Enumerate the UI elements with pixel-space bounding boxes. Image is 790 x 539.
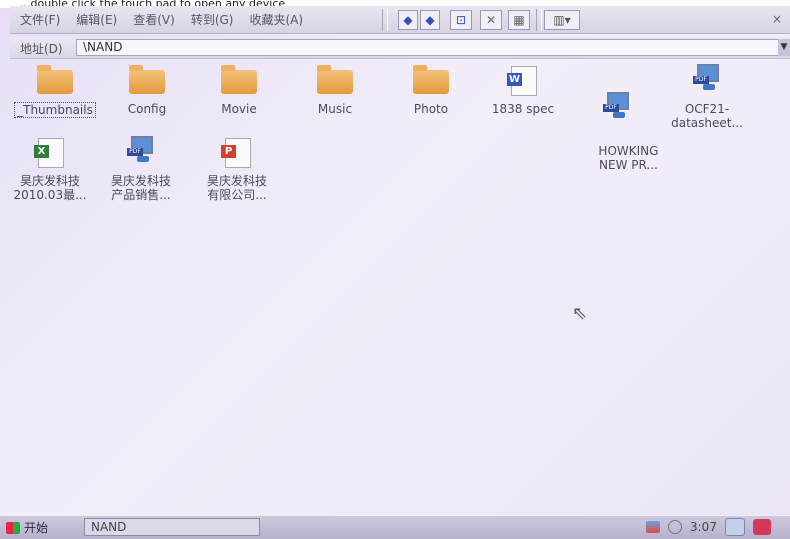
taskbar-item-nand[interactable]: NAND — [84, 518, 260, 536]
file-item-photo[interactable]: Photo — [386, 64, 476, 116]
file-label: Config — [127, 102, 167, 116]
network-icon[interactable] — [646, 521, 660, 533]
powerpoint-document-icon: P — [217, 136, 257, 170]
back-button[interactable]: ◆ — [398, 10, 418, 30]
menu-go[interactable]: 转到(G) — [191, 11, 234, 28]
file-item-company[interactable]: P 昊庆发科技 有限公司... — [192, 136, 282, 202]
file-label: Photo — [413, 102, 449, 116]
menu-bar: 文件(F) 编辑(E) 查看(V) 转到(G) 收藏夹(A) ◆ ◆ ⊡ ✕ ▦… — [10, 6, 790, 34]
view-list-icon: ▥▾ — [553, 13, 571, 27]
menu-file[interactable]: 文件(F) — [20, 11, 60, 28]
folder-icon — [127, 64, 167, 98]
file-label: 昊庆发科技 产品销售... — [110, 174, 171, 202]
file-label: 昊庆发科技 有限公司... — [206, 174, 267, 202]
folder-icon — [219, 64, 259, 98]
up-folder-button[interactable]: ⊡ — [450, 10, 472, 30]
file-item-ocf21[interactable]: PDF OCF21- datasheet... — [662, 64, 752, 130]
close-icon[interactable]: × — [770, 12, 784, 26]
file-label: Movie — [221, 102, 257, 116]
back-arrow-icon: ◆ — [403, 13, 413, 27]
pdf-document-icon: PDF — [121, 136, 161, 170]
address-dropdown-icon[interactable]: ▼ — [778, 39, 790, 56]
file-item-product-sales[interactable]: PDF 昊庆发科技 产品销售... — [96, 136, 186, 202]
file-item-music[interactable]: Music — [290, 64, 380, 116]
system-tray: 3:07 — [646, 518, 784, 536]
delete-x-icon: ✕ — [485, 13, 497, 27]
file-item-1838-spec[interactable]: W 1838 spec — [478, 64, 568, 116]
file-item-config[interactable]: Config — [102, 64, 192, 116]
folder-icon — [35, 64, 75, 98]
taskbar: 开始 NAND 3:07 — [0, 515, 790, 539]
menu-favorites[interactable]: 收藏夹(A) — [249, 11, 303, 28]
mouse-cursor-icon: ⇖ — [572, 303, 588, 324]
up-folder-icon: ⊡ — [455, 13, 467, 27]
toolbar-separator — [382, 9, 388, 31]
file-label: HOWKING NEW PR... — [598, 144, 659, 172]
file-item-excel[interactable]: X 昊庆发科技 2010.03最... — [0, 136, 100, 202]
clock: 3:07 — [690, 520, 717, 534]
menu-edit[interactable]: 编辑(E) — [76, 11, 117, 28]
file-label: 昊庆发科技 2010.03最... — [13, 174, 87, 202]
file-label: 1838 spec — [491, 102, 555, 116]
word-document-icon: W — [503, 64, 543, 98]
file-label: OCF21- datasheet... — [671, 102, 743, 130]
file-label: _Thumbnails — [14, 102, 96, 118]
screen: ...double click the touch pad to open an… — [0, 0, 790, 539]
windows-flag-icon — [6, 521, 20, 534]
file-view: _Thumbnails Config Movie Music Photo W 1… — [0, 60, 790, 515]
toolbar-separator-2 — [536, 9, 542, 31]
volume-icon[interactable] — [668, 520, 682, 534]
forward-arrow-icon: ◆ — [425, 13, 435, 27]
file-item-thumbnails[interactable]: _Thumbnails — [10, 64, 100, 118]
address-input[interactable]: \NAND — [76, 39, 780, 56]
pdf-document-icon: PDF — [597, 92, 637, 126]
properties-button[interactable]: ▦ — [508, 10, 530, 30]
address-bar: 地址(D) \NAND ▼ — [10, 37, 790, 59]
view-menu-button[interactable]: ▥▾ — [544, 10, 580, 30]
desktop-icon[interactable] — [724, 518, 745, 536]
excel-document-icon: X — [30, 136, 70, 170]
properties-icon: ▦ — [513, 13, 525, 27]
keyboard-icon[interactable] — [752, 519, 771, 535]
folder-icon — [411, 64, 451, 98]
file-item-movie[interactable]: Movie — [194, 64, 284, 116]
forward-button[interactable]: ◆ — [420, 10, 440, 30]
folder-icon — [315, 64, 355, 98]
delete-button[interactable]: ✕ — [480, 10, 502, 30]
menu-items: 文件(F) 编辑(E) 查看(V) 转到(G) 收藏夹(A) — [20, 11, 303, 28]
menu-view[interactable]: 查看(V) — [133, 11, 175, 28]
file-item-howking[interactable]: PDF HOWKING NEW PR... — [572, 64, 662, 186]
file-label: Music — [317, 102, 353, 116]
pdf-document-icon: PDF — [687, 64, 727, 98]
start-label: 开始 — [24, 521, 49, 535]
address-label: 地址(D) — [20, 42, 63, 56]
start-button[interactable]: 开始 — [6, 519, 66, 536]
